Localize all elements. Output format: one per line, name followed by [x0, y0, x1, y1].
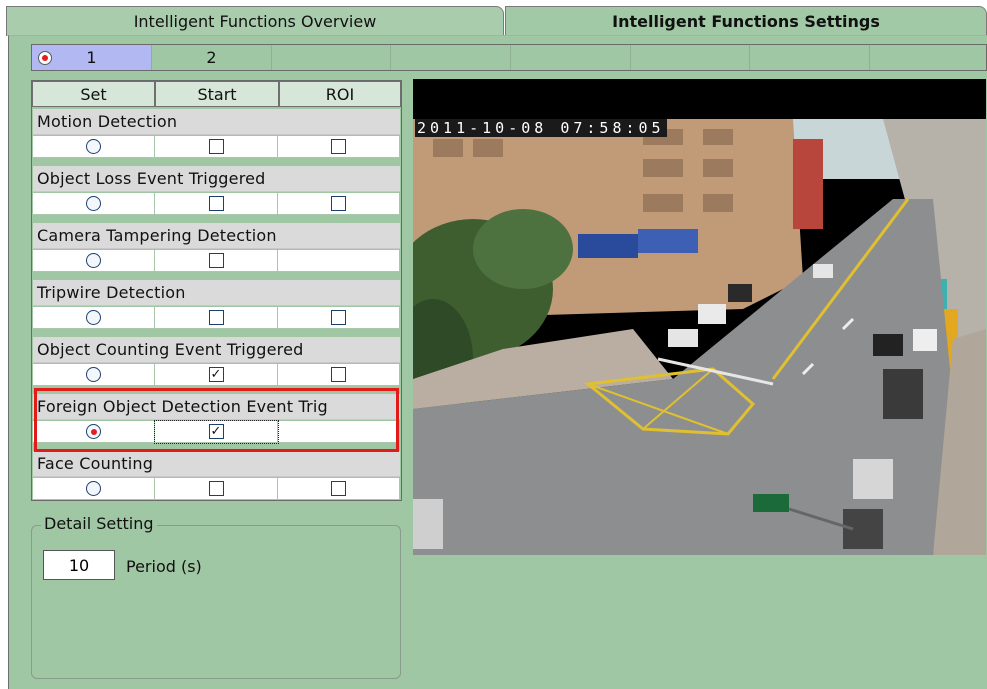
foreign-object-start-checkbox[interactable]: ✓ [208, 424, 224, 439]
header-set: Set [32, 81, 155, 107]
table-row [33, 193, 400, 215]
channel-1-radio[interactable] [38, 51, 52, 65]
table-row [33, 307, 400, 329]
face-counting-start-checkbox[interactable] [208, 481, 224, 496]
camera-tampering-roi-empty [278, 250, 400, 272]
channel-empty-cell [750, 45, 870, 70]
table-row [33, 250, 400, 272]
table-header: Set Start ROI [32, 81, 401, 107]
object-counting-roi-checkbox[interactable] [331, 367, 346, 382]
object-counting-set-radio[interactable] [86, 367, 101, 382]
intelligent-functions-table: Set Start ROI Motion Detection Object Lo… [31, 80, 402, 501]
table-row [33, 136, 400, 158]
table-row: ✓ [33, 420, 400, 444]
channel-1-tab[interactable]: 1 [32, 45, 152, 70]
face-counting-set-radio[interactable] [86, 481, 101, 496]
channel-empty-cell [272, 45, 391, 70]
tab-overview-label: Intelligent Functions Overview [133, 12, 377, 31]
camera-preview: 2011-10-08 07:58:05 [413, 79, 986, 555]
tab-intelligent-functions-overview[interactable]: Intelligent Functions Overview [6, 6, 504, 36]
channel-empty-cell [391, 45, 511, 70]
motion-detection-set-radio[interactable] [86, 139, 101, 154]
motion-detection-roi-checkbox[interactable] [331, 139, 346, 154]
camera-tampering-start-checkbox[interactable] [208, 253, 224, 268]
channel-empty-cell [631, 45, 750, 70]
function-name-object-counting: Object Counting Event Triggered [33, 337, 400, 363]
period-label: Period (s) [126, 557, 202, 576]
function-name-object-loss: Object Loss Event Triggered [33, 166, 400, 192]
foreign-object-roi-empty [278, 421, 400, 443]
channel-2-label: 2 [206, 48, 217, 67]
function-name-camera-tampering: Camera Tampering Detection [33, 223, 400, 249]
object-loss-roi-checkbox[interactable] [331, 196, 346, 211]
header-roi: ROI [279, 81, 401, 107]
object-counting-start-checkbox[interactable]: ✓ [208, 367, 224, 382]
function-name-motion-detection: Motion Detection [33, 109, 400, 135]
detail-setting-group [31, 525, 401, 679]
camera-tampering-set-radio[interactable] [86, 253, 101, 268]
channel-empty-cell [870, 45, 986, 70]
street-scene-image [413, 79, 986, 555]
object-loss-start-checkbox[interactable] [208, 196, 224, 211]
table-row [33, 478, 400, 500]
function-name-face-counting: Face Counting [33, 451, 400, 477]
function-name-foreign-object: Foreign Object Detection Event Trig [33, 394, 400, 420]
foreign-object-set-radio[interactable] [86, 424, 101, 439]
channel-1-label: 1 [86, 48, 97, 67]
tab-settings-label: Intelligent Functions Settings [612, 12, 880, 31]
tripwire-set-radio[interactable] [86, 310, 101, 325]
camera-timestamp: 2011-10-08 07:58:05 [415, 119, 667, 137]
tab-intelligent-functions-settings[interactable]: Intelligent Functions Settings [505, 6, 987, 36]
header-start: Start [155, 81, 279, 107]
table-row: ✓ [33, 364, 400, 386]
face-counting-roi-checkbox[interactable] [331, 481, 346, 496]
function-name-tripwire: Tripwire Detection [33, 280, 400, 306]
object-loss-set-radio[interactable] [86, 196, 101, 211]
detail-setting-legend: Detail Setting [41, 514, 157, 533]
motion-detection-start-checkbox[interactable] [208, 139, 224, 154]
channel-2-tab[interactable]: 2 [152, 45, 272, 70]
channel-selector: 1 2 [31, 44, 987, 71]
channel-empty-cell [511, 45, 631, 70]
tripwire-roi-checkbox[interactable] [331, 310, 346, 325]
period-input[interactable] [43, 550, 115, 580]
tripwire-start-checkbox[interactable] [208, 310, 224, 325]
